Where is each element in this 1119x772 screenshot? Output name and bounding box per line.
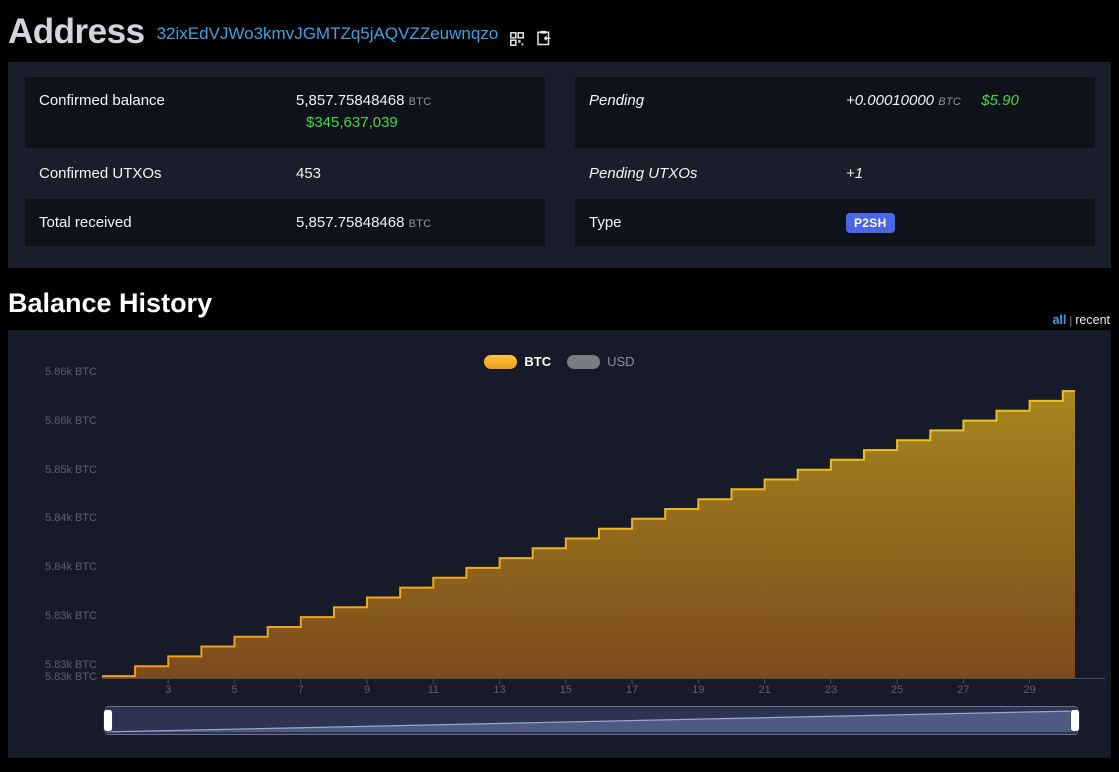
y-tick-label: 5.86k BTC	[8, 415, 97, 427]
address-page: Address 32ixEdVJWo3kmvJGMTZq5jAQVZZeuwnq…	[0, 0, 1119, 772]
x-tick-label: 21	[743, 684, 787, 696]
pending-utxos-value: +1	[846, 165, 1095, 182]
copy-icon[interactable]	[536, 30, 551, 58]
confirmed-balance-value: 5,857.75848468 BTC $345,637,039	[296, 77, 545, 131]
total-received-btc: 5,857.75848468	[296, 214, 404, 231]
balance-chart	[102, 358, 1105, 690]
y-tick-label: 5.84k BTC	[8, 561, 97, 573]
type-row: Type P2SH	[575, 199, 1095, 246]
x-tick-label: 9	[345, 684, 389, 696]
total-received-value: 5,857.75848468 BTC	[296, 214, 545, 231]
y-tick-label: 5.83k BTC	[8, 671, 97, 683]
btc-unit: BTC	[938, 96, 961, 108]
range-recent-link[interactable]: recent	[1075, 313, 1110, 327]
type-value: P2SH	[846, 213, 1095, 233]
x-tick-label: 27	[941, 684, 985, 696]
address-type-badge: P2SH	[846, 213, 895, 233]
range-separator: |	[1069, 315, 1072, 327]
range-selector: all|recent	[1052, 313, 1110, 327]
slider-handle-right[interactable]	[1071, 710, 1079, 731]
y-tick-label: 5.85k BTC	[8, 464, 97, 476]
x-tick-label: 25	[875, 684, 919, 696]
x-tick-label: 13	[478, 684, 522, 696]
x-tick-label: 29	[1008, 684, 1052, 696]
balance-area	[102, 391, 1075, 678]
zoom-slider-preview	[106, 707, 1077, 734]
zoom-slider[interactable]	[105, 706, 1078, 735]
x-tick-label: 7	[279, 684, 323, 696]
y-tick-label: 5.83k BTC	[8, 659, 97, 671]
page-header: Address 32ixEdVJWo3kmvJGMTZq5jAQVZZeuwnq…	[8, 0, 551, 58]
type-label: Type	[575, 214, 846, 231]
qr-code-icon[interactable]	[510, 32, 524, 58]
address-summary-panel: Confirmed balance 5,857.75848468 BTC $34…	[8, 62, 1111, 268]
btc-unit: BTC	[409, 218, 432, 230]
pending-utxos-label: Pending UTXOs	[575, 165, 846, 182]
x-tick-label: 17	[610, 684, 654, 696]
pending-value: +0.00010000 BTC $5.90	[846, 77, 1095, 109]
total-received-row: Total received 5,857.75848468 BTC	[25, 199, 545, 246]
y-tick-label: 5.86k BTC	[8, 366, 97, 378]
confirmed-summary-table: Confirmed balance 5,857.75848468 BTC $34…	[25, 77, 545, 246]
x-tick-label: 15	[544, 684, 588, 696]
pending-summary-table: Pending +0.00010000 BTC $5.90 Pending UT…	[575, 77, 1095, 246]
pending-btc: +0.00010000	[846, 92, 934, 109]
pending-usd: $5.90	[981, 92, 1019, 109]
range-all-link[interactable]: all	[1052, 313, 1066, 327]
balance-history-title: Balance History	[8, 288, 212, 319]
balance-history-panel: BTC USD 5.86k BTC5.86k BTC5.85k BTC5.84k…	[8, 330, 1111, 758]
address-link[interactable]: 32ixEdVJWo3kmvJGMTZq5jAQVZZeuwnqzo	[157, 19, 499, 58]
confirmed-utxos-row: Confirmed UTXOs 453	[25, 148, 545, 199]
total-received-label: Total received	[25, 214, 296, 231]
x-tick-label: 23	[809, 684, 853, 696]
y-tick-label: 5.83k BTC	[8, 610, 97, 622]
confirmed-utxos-value: 453	[296, 165, 545, 182]
x-tick-label: 11	[411, 684, 455, 696]
y-tick-label: 5.84k BTC	[8, 512, 97, 524]
page-title: Address	[8, 6, 145, 58]
btc-unit: BTC	[409, 96, 432, 108]
confirmed-utxos-label: Confirmed UTXOs	[25, 165, 296, 182]
x-tick-label: 19	[676, 684, 720, 696]
pending-utxos-row: Pending UTXOs +1	[575, 148, 1095, 199]
confirmed-balance-btc: 5,857.75848468	[296, 92, 404, 109]
slider-handle-left[interactable]	[104, 710, 112, 731]
confirmed-balance-label: Confirmed balance	[25, 77, 296, 109]
confirmed-balance-row: Confirmed balance 5,857.75848468 BTC $34…	[25, 77, 545, 148]
pending-label: Pending	[575, 77, 846, 109]
x-tick-label: 3	[146, 684, 190, 696]
confirmed-balance-usd: $345,637,039	[296, 114, 545, 131]
x-tick-label: 5	[213, 684, 257, 696]
pending-row: Pending +0.00010000 BTC $5.90	[575, 77, 1095, 148]
